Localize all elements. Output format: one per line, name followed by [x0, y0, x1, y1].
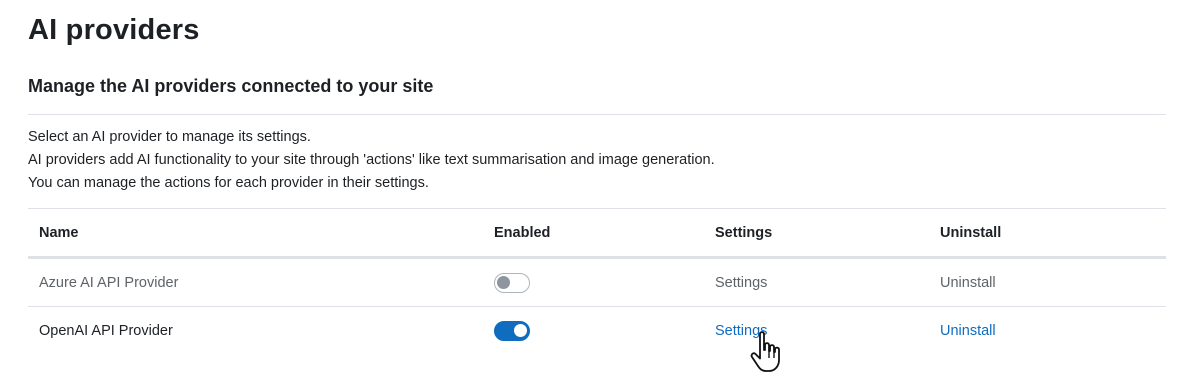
- uninstall-link-azure[interactable]: Uninstall: [940, 275, 996, 291]
- description-line: AI providers add AI functionality to you…: [28, 152, 715, 168]
- page-subheading: Manage the AI providers connected to you…: [28, 76, 434, 96]
- column-header-settings: Settings: [715, 224, 773, 241]
- column-header-uninstall: Uninstall: [940, 224, 1002, 241]
- column-header-name: Name: [39, 224, 79, 241]
- enable-toggle-openai[interactable]: [494, 320, 530, 341]
- provider-name: OpenAI API Provider: [39, 322, 173, 339]
- hand-pointer-icon: [750, 331, 780, 372]
- table-header-row: Name Enabled Settings Uninstall: [28, 208, 1166, 258]
- description-line: Select an AI provider to manage its sett…: [28, 129, 311, 145]
- toggle-knob: [514, 323, 527, 337]
- providers-table: Name Enabled Settings Uninstall Azure AI…: [28, 208, 1166, 354]
- settings-link-azure[interactable]: Settings: [715, 275, 767, 291]
- table-row: OpenAI API Provider Settings Uninstall: [28, 306, 1166, 354]
- enable-toggle-azure[interactable]: [494, 272, 530, 293]
- table-row: Azure AI API Provider Settings Uninstall: [28, 258, 1166, 306]
- description: Select an AI provider to manage its sett…: [28, 126, 715, 195]
- divider: [28, 114, 1166, 115]
- column-header-enabled: Enabled: [494, 224, 551, 241]
- uninstall-link-openai[interactable]: Uninstall: [940, 323, 996, 339]
- description-line: You can manage the actions for each prov…: [28, 175, 429, 191]
- page-title: AI providers: [28, 14, 200, 46]
- toggle-knob: [497, 275, 510, 289]
- provider-name: Azure AI API Provider: [39, 274, 179, 291]
